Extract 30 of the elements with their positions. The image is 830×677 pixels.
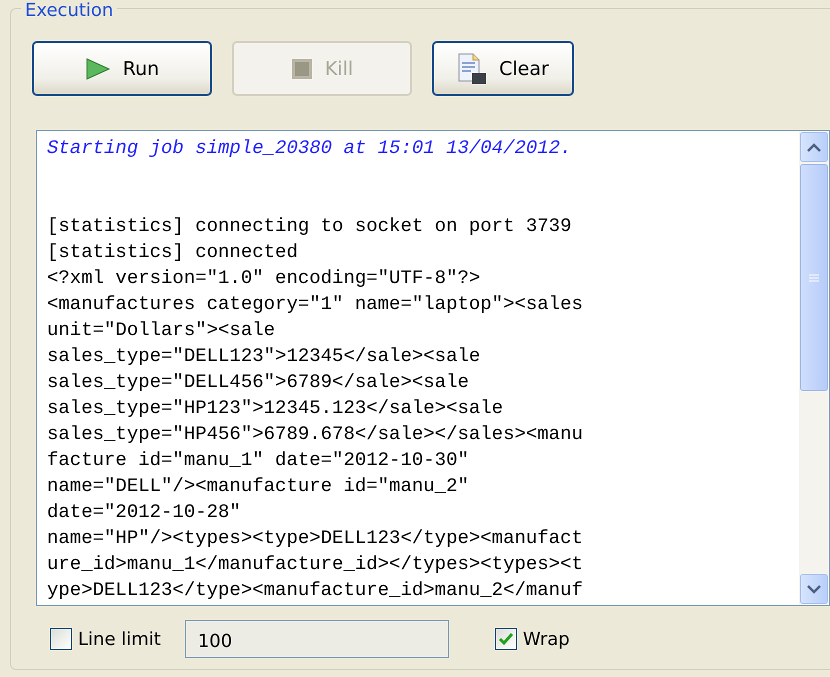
line-limit-field[interactable]: 100 (184, 620, 449, 658)
console-line: facture id="manu_1" date="2012-10-30" (47, 448, 470, 473)
job-start-message: Starting job simple_20380 at 15:01 13/04/2012. (47, 136, 572, 161)
console-line: <manufactures category="1" name="laptop"><sales (47, 292, 584, 317)
console-line: unit="Dollars"><sale (47, 318, 276, 343)
play-icon (84, 56, 111, 80)
console-line: <?xml version="1.0" encoding="UTF-8"?> (47, 266, 482, 291)
vertical-scrollbar[interactable] (799, 131, 829, 605)
line-limit-checkbox[interactable] (50, 628, 72, 650)
console-line: ure_id>manu_1</manufacture_id></types><types><t (47, 552, 584, 577)
console-line: date="2012-10-28" (47, 500, 242, 525)
document-eraser-icon (457, 52, 488, 84)
scroll-thumb-grip-icon[interactable] (808, 272, 820, 282)
wrap-checkbox[interactable] (494, 628, 517, 650)
line-limit-label: Line limit (78, 628, 161, 650)
console-line: [statistics] connecting to socket on port 3739 (47, 214, 572, 239)
stop-icon (290, 58, 313, 80)
clear-button[interactable]: Clear (432, 41, 574, 96)
run-button[interactable]: Run (32, 41, 212, 96)
console-line: sales_type="HP123">12345.123</sale><sale (47, 396, 504, 421)
console-line: sales_type="DELL456">6789</sale><sale (47, 370, 470, 395)
scroll-up-icon[interactable] (806, 142, 822, 152)
console-line: ype>DELL123</type><manufacture_id>manu_2</manuf (47, 578, 584, 603)
console-line: [statistics] connected (47, 240, 299, 265)
wrap-label: Wrap (522, 628, 570, 650)
scroll-down-icon[interactable] (806, 584, 822, 594)
console-line: sales_type="HP456">6789.678</sale></sales><manu (47, 422, 584, 447)
console-line: sales_type="DELL123">12345</sale><sale (47, 344, 482, 369)
console-line: name="DELL"/><manufacture id="manu_2" (47, 474, 470, 499)
console-line: name="HP"/><types><type>DELL123</type><manufact (47, 526, 584, 551)
